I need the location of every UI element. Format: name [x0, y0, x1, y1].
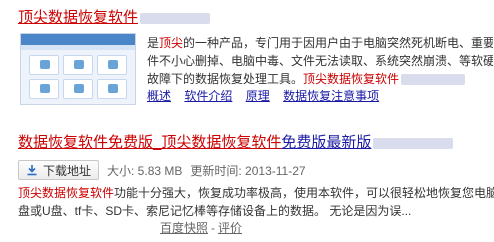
review-link[interactable]: 评价 [218, 221, 242, 235]
download-button[interactable]: 下载地址 [18, 160, 100, 180]
blurred-text [401, 74, 466, 86]
result2-title[interactable]: 数据恢复软件免费版_顶尖数据恢复软件免费版最新版 [18, 134, 454, 152]
desc-line: 是顶尖的一种产品，专门用于因用户由于电脑突然死机断电、重要文 [147, 34, 493, 52]
desc-line: 盘或U盘、tf卡、SD卡、索尼记忆棒等存储设备上的数据。 无论是因为误... [18, 204, 412, 218]
blurred-text [140, 12, 211, 24]
thumbnail-tile [97, 55, 127, 75]
thumbnail-tile [63, 79, 93, 99]
desc-line: 故障下的数据恢复处理工具。顶尖数据恢复软件 [147, 70, 493, 88]
desc-text: 是 [147, 36, 160, 50]
result2-description: 顶尖数据恢复软件功能十分强大，恢复成功率极高，使用本软件，可以很轻松地恢复您电脑… [18, 184, 494, 220]
result2-title-part1[interactable]: 数据恢复软件免费版_顶尖数据恢复软件 [18, 134, 281, 151]
update-time: 更新时间: 2013-11-27 [190, 163, 306, 178]
download-icon [27, 165, 37, 176]
result1-sitelinks: 概述 软件介绍 原理 数据恢复注意事项 [147, 88, 389, 104]
thumbnail-tile [29, 55, 59, 75]
result1-title[interactable]: 顶尖数据恢复软件 [18, 9, 211, 27]
highlight-keyword: 顶尖数据恢复软件 [303, 72, 400, 86]
result1-title-text[interactable]: 顶尖数据恢复软件 [18, 9, 138, 26]
sitelink-overview[interactable]: 概述 [147, 89, 171, 103]
desc-text: 的一种产品，专门用于因用户由于电脑突然死机断电、重要文 [183, 36, 493, 50]
desc-text: 功能十分强大，恢复成功率极高，使用本软件，可以很轻松地恢复您电脑硬 [114, 186, 494, 200]
result1-description: 是顶尖的一种产品，专门用于因用户由于电脑突然死机断电、重要文 件不小心删掉、电脑… [147, 34, 493, 88]
thumbnail-tile [29, 79, 59, 99]
separator: - [211, 221, 216, 235]
thumbnail-tile [63, 55, 93, 75]
result2-title-part2[interactable]: 免费版最新版 [281, 134, 371, 151]
snapshot-link[interactable]: 百度快照 [160, 221, 208, 235]
highlight-keyword: 顶尖数据恢复软件 [18, 186, 115, 200]
download-label: 下载地址 [43, 163, 92, 178]
download-row: 下载地址 大小: 5.83 MB 更新时间: 2013-11-27 [18, 160, 314, 180]
sitelink-precautions[interactable]: 数据恢复注意事项 [283, 89, 379, 103]
thumbnail-titlebar [21, 34, 135, 45]
sitelink-principle[interactable]: 原理 [246, 89, 270, 103]
highlight-keyword: 顶尖 [159, 36, 184, 50]
sitelink-software-intro[interactable]: 软件介绍 [184, 89, 232, 103]
software-screenshot-thumbnail[interactable] [20, 33, 136, 105]
thumbnail-icon-grid [21, 50, 135, 104]
thumbnail-tile [97, 79, 127, 99]
desc-line: 顶尖数据恢复软件功能十分强大，恢复成功率极高，使用本软件，可以很轻松地恢复您电脑… [18, 184, 494, 202]
blurred-text [373, 137, 454, 149]
result2-footer: 百度快照 - 评价 [160, 219, 242, 236]
file-size: 大小: 5.83 MB [107, 163, 183, 178]
desc-text: 故障下的数据恢复处理工具。 [147, 72, 304, 86]
desc-line: 件不小心删掉、电脑中毒、文件无法读取、系统突然崩溃、等软硬件 [147, 54, 493, 68]
